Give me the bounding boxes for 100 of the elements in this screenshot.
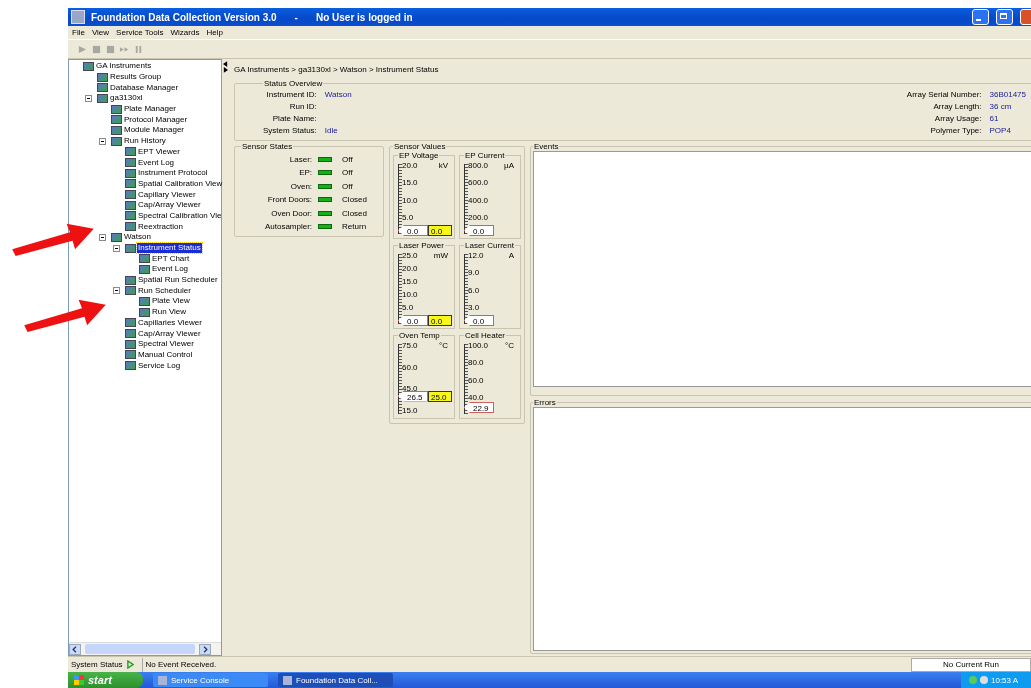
gauge-title: EP Voltage xyxy=(398,151,440,160)
collapse-toggle[interactable] xyxy=(99,233,106,241)
tree-node-icon xyxy=(125,243,136,253)
tree-item[interactable]: Capillary Viewer xyxy=(137,189,197,200)
tree-item[interactable]: Capillaries Viewer xyxy=(137,317,203,328)
tree-item[interactable]: Spectral Viewer xyxy=(137,339,195,350)
title-separator: - xyxy=(294,11,298,23)
unit-label: °C xyxy=(505,340,514,351)
menu-item[interactable]: Help xyxy=(206,28,223,37)
menu-item[interactable]: View xyxy=(91,28,110,37)
taskbar-button[interactable]: Foundation Data Coll... xyxy=(278,673,393,687)
tree-node-icon xyxy=(125,179,136,189)
tree-item[interactable]: Spectral Calibration Vie xyxy=(137,210,223,221)
sensor-state: Off xyxy=(342,168,354,178)
tree-item[interactable]: Manual Control xyxy=(137,349,194,360)
tree-item[interactable]: Run History xyxy=(123,136,167,147)
tree-item[interactable]: Results Group xyxy=(109,72,163,83)
splitter-arrows-icon[interactable] xyxy=(223,61,228,73)
play-icon xyxy=(126,660,134,669)
reading-pointer: 0.0 xyxy=(398,225,428,236)
group-title: Sensor States xyxy=(241,142,294,151)
tree-node-icon xyxy=(111,125,122,135)
sensor-label: Autosampler: xyxy=(263,220,313,232)
scale-label: 6.0 xyxy=(468,284,481,296)
app-icon xyxy=(71,10,85,24)
unit-label: °C xyxy=(439,340,448,351)
unit-label: A xyxy=(508,250,514,261)
scale-label: 600.0 xyxy=(468,177,489,189)
field-value: Idle xyxy=(324,126,338,135)
status-indicator xyxy=(318,170,333,176)
group-title: Events xyxy=(533,142,560,151)
tree-item[interactable]: Watson xyxy=(123,232,152,243)
tree-item[interactable]: Run View xyxy=(151,307,188,318)
horizontal-scrollbar[interactable] xyxy=(69,642,221,655)
scale-label: 20.0 xyxy=(402,160,418,171)
maximize-button[interactable] xyxy=(996,9,1013,25)
minimize-button[interactable] xyxy=(972,9,989,25)
tree-item[interactable]: Spatial Calibration View xyxy=(137,178,224,189)
group-title: Status Overview xyxy=(263,79,324,88)
reading-pointer: 22.9 xyxy=(464,401,494,413)
tree-node-icon xyxy=(125,168,136,178)
scale-label: 80.0 xyxy=(468,357,485,369)
tree-node-icon xyxy=(125,318,136,328)
gauge-title: Cell Heater xyxy=(464,331,506,340)
tree-item[interactable]: Spatial Run Scheduler xyxy=(137,275,219,286)
reading-pointer: 0.0 xyxy=(464,315,494,326)
collapse-toggle[interactable] xyxy=(99,137,106,145)
tree-item[interactable]: GA Instruments xyxy=(95,61,153,72)
menu-item[interactable]: File xyxy=(72,28,85,37)
field-label: Instrument ID: xyxy=(265,89,317,100)
field-value: 61 xyxy=(989,114,999,123)
field-label: System Status: xyxy=(263,125,317,136)
scale-label: 12.0 xyxy=(468,250,484,261)
tree-node-icon xyxy=(125,147,136,157)
tree-item[interactable]: EPT Viewer xyxy=(137,146,181,157)
tree-item[interactable]: Module Manager xyxy=(123,125,186,136)
field-value: 36 cm xyxy=(989,102,1012,111)
tree-item[interactable]: Event Log xyxy=(151,264,190,275)
clock: 10:53 A xyxy=(991,675,1019,685)
tree-node-icon xyxy=(125,329,136,339)
scroll-thumb[interactable] xyxy=(85,644,195,654)
scale-label: 400.0 xyxy=(468,194,489,206)
scroll-right-button[interactable] xyxy=(199,643,211,655)
gauge-title: Laser Power xyxy=(398,241,445,250)
tree-item[interactable]: ga3130xl xyxy=(109,93,144,104)
run-status: No Current Run xyxy=(911,657,1031,672)
tree-item[interactable]: EPT Chart xyxy=(151,253,191,264)
scale-label: 3.0 xyxy=(468,302,481,313)
tree-item[interactable]: Instrument Protocol xyxy=(137,168,209,179)
tree-item[interactable]: Service Log xyxy=(137,360,182,371)
field-label: Array Serial Number: xyxy=(906,89,982,100)
breadcrumb: GA Instruments > ga3130xl > Watson > Instrument Status xyxy=(234,64,440,76)
tree-node-icon xyxy=(97,93,108,103)
tree-item[interactable]: Plate Manager xyxy=(123,104,178,115)
tree-item[interactable]: Event Log xyxy=(137,157,176,168)
collapse-toggle[interactable] xyxy=(113,244,120,252)
scroll-left-button[interactable] xyxy=(69,643,81,655)
scale-label: 100.0 xyxy=(468,340,489,351)
group-title: Errors xyxy=(533,398,557,407)
tree-item[interactable]: Protocol Manager xyxy=(123,114,189,125)
collapse-toggle[interactable] xyxy=(113,287,120,295)
tree-item[interactable]: Run Scheduler xyxy=(137,285,192,296)
tree-node-icon xyxy=(125,222,136,232)
scale-label: 60.0 xyxy=(468,374,485,386)
tree-node-icon xyxy=(125,361,136,371)
collapse-toggle[interactable] xyxy=(85,94,92,102)
menu-item[interactable]: Wizards xyxy=(170,28,200,37)
unit-label: µA xyxy=(504,160,514,171)
menu-item[interactable]: Service Tools xyxy=(116,28,164,37)
setpoint-value: 25.0 xyxy=(428,390,452,402)
tree-item[interactable]: Database Manager xyxy=(109,82,180,93)
tree-item[interactable]: Cap/Array Viewer xyxy=(137,328,202,339)
field-value: Watson xyxy=(324,90,352,99)
tree-item[interactable]: Cap/Array Viewer xyxy=(137,200,202,211)
reading-pointer: 0.0 xyxy=(464,225,494,236)
tree-item[interactable]: Plate View xyxy=(151,296,191,307)
tree-item[interactable]: Instrument Status xyxy=(137,243,202,254)
scale-label: 75.0 xyxy=(402,340,418,351)
tree-item[interactable]: Reextraction xyxy=(137,221,184,232)
scale-label: 20.0 xyxy=(402,263,418,274)
